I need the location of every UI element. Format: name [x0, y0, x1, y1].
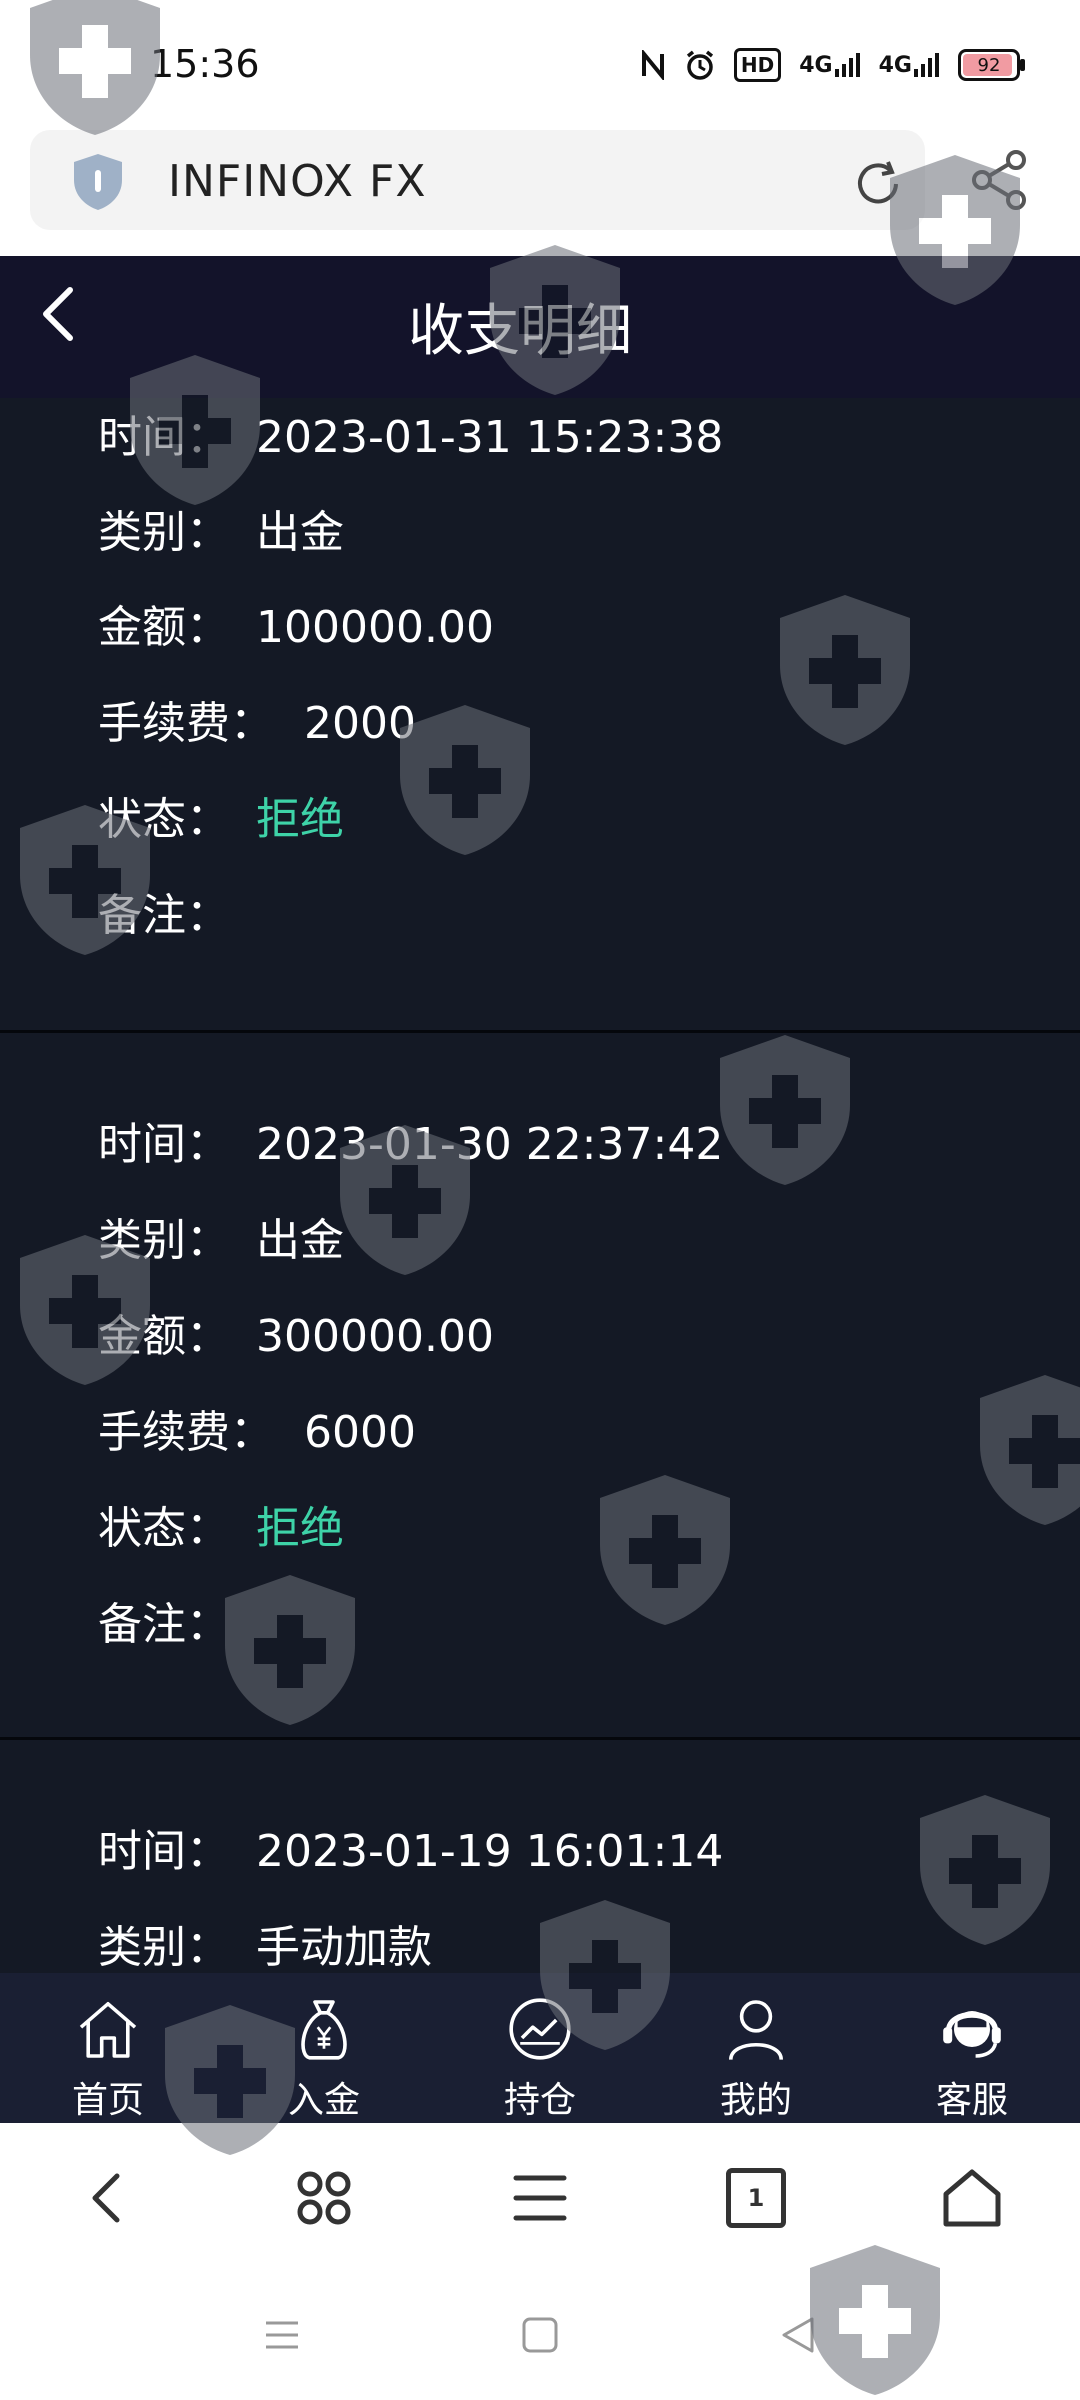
record-item: 时间： 2023-01-31 15:23:38 类别： 出金 金额： 10000…: [0, 398, 1080, 1033]
tab-label: 持仓: [503, 2080, 576, 2121]
apps-icon: [297, 2171, 351, 2225]
back-icon: [92, 2173, 120, 2223]
tab-deposit[interactable]: 入金: [216, 1973, 432, 2123]
record-amount-row: 金额： 300000.00: [98, 1307, 494, 1367]
label-time: 时间：: [98, 412, 230, 463]
record-type-row: 类别： 出金: [98, 503, 344, 563]
refresh-icon[interactable]: [852, 158, 904, 214]
recent-apps-button[interactable]: [262, 2315, 302, 2359]
label-status: 状态：: [98, 794, 230, 845]
alarm-icon: [684, 49, 716, 81]
recent-apps-icon: [266, 2321, 298, 2349]
label-type: 类别：: [98, 1215, 230, 1266]
tab-label: 入金: [287, 2080, 360, 2121]
system-back-button[interactable]: [778, 2315, 818, 2359]
triangle-back-icon: [782, 2317, 814, 2353]
4g-signal-icon: 4G: [799, 51, 860, 79]
address-bar[interactable]: INFINOX FX: [30, 130, 925, 230]
label-note: 备注：: [98, 1599, 230, 1650]
record-fee: 2000: [304, 698, 416, 749]
4g-signal-icon: 4G: [879, 51, 940, 79]
record-type: 出金: [256, 507, 344, 558]
record-amount-row: 金额： 100000.00: [98, 598, 494, 658]
tab-label: 我的: [719, 2080, 792, 2121]
security-shield-icon[interactable]: [70, 152, 126, 216]
record-time-row: 时间： 2023-01-19 16:01:14: [98, 1822, 723, 1882]
home-icon: [79, 2002, 137, 2058]
browser-home-button[interactable]: [864, 2123, 1080, 2273]
share-icon[interactable]: [970, 150, 1030, 214]
record-status-row: 状态： 拒绝: [98, 790, 344, 850]
app-header: 收支明细: [0, 256, 1080, 398]
record-time-row: 时间： 2023-01-31 15:23:38: [98, 408, 723, 468]
url-text[interactable]: INFINOX FX: [168, 156, 427, 207]
battery-icon: 92: [958, 49, 1025, 81]
label-amount: 金额：: [98, 602, 230, 653]
battery-text: 92: [977, 54, 1001, 76]
tab-label: 客服: [935, 2080, 1008, 2121]
record-time: 2023-01-30 22:37:42: [256, 1119, 724, 1170]
tab-positions[interactable]: 持仓: [432, 1973, 648, 2123]
record-time-row: 时间： 2023-01-30 22:37:42: [98, 1115, 723, 1175]
square-icon: [522, 2317, 558, 2353]
status-bar: 15:36 HD 4G 4G 92: [0, 0, 1080, 130]
label-fee: 手续费：: [98, 1407, 274, 1458]
tab-home[interactable]: 首页: [0, 1973, 216, 2123]
hd-icon: HD: [733, 48, 782, 82]
home-icon: [943, 2169, 1001, 2227]
nfc-icon: [640, 50, 666, 80]
record-type-row: 类别： 出金: [98, 1211, 344, 1271]
record-item: 时间： 2023-01-30 22:37:42 类别： 出金 金额： 30000…: [0, 1033, 1080, 1740]
page-title: 收支明细: [408, 299, 632, 364]
tab-mine[interactable]: 我的: [648, 1973, 864, 2123]
system-nav: [0, 2273, 1080, 2400]
browser-back-button[interactable]: [0, 2123, 216, 2273]
system-home-button[interactable]: [520, 2315, 560, 2359]
record-time: 2023-01-19 16:01:14: [256, 1826, 724, 1877]
browser-tabs-button[interactable]: 1: [648, 2123, 864, 2273]
label-time: 时间：: [98, 1119, 230, 1170]
browser-apps-button[interactable]: [216, 2123, 432, 2273]
record-fee: 6000: [304, 1407, 416, 1458]
4g-label: 4G: [799, 52, 833, 78]
record-type: 出金: [256, 1215, 344, 1266]
record-status: 拒绝: [256, 1503, 344, 1554]
4g-label: 4G: [878, 52, 912, 78]
status-icons: HD 4G 4G 92: [640, 48, 1025, 82]
chart-icon: [509, 1998, 571, 2060]
record-status-row: 状态： 拒绝: [98, 1499, 344, 1559]
browser-menu-button[interactable]: [432, 2123, 648, 2273]
record-type: 手动加款: [256, 1922, 432, 1973]
record-type-row: 类别： 手动加款: [98, 1918, 432, 1973]
record-time: 2023-01-31 15:23:38: [256, 412, 724, 463]
app-tab-bar: 首页 入金 持仓 我的 客服: [0, 1973, 1080, 2123]
label-amount: 金额：: [98, 1311, 230, 1362]
customer-service-icon: [943, 2011, 1001, 2058]
record-item: 时间： 2023-01-19 16:01:14 类别： 手动加款: [0, 1740, 1080, 1973]
tab-count: 1: [726, 2168, 786, 2228]
record-fee-row: 手续费： 6000: [98, 1403, 416, 1463]
record-note-row: 备注：: [98, 1595, 230, 1655]
record-status: 拒绝: [256, 794, 344, 845]
record-amount: 100000.00: [256, 602, 494, 653]
label-type: 类别：: [98, 1922, 230, 1973]
status-time: 15:36: [150, 42, 260, 86]
label-fee: 手续费：: [98, 698, 274, 749]
record-amount: 300000.00: [256, 1311, 494, 1362]
tab-label: 首页: [71, 2080, 144, 2121]
record-note-row: 备注：: [98, 886, 230, 946]
money-bag-icon: [301, 2000, 347, 2060]
label-note: 备注：: [98, 890, 230, 941]
label-type: 类别：: [98, 507, 230, 558]
label-status: 状态：: [98, 1503, 230, 1554]
browser-nav: 1: [0, 2123, 1080, 2273]
label-time: 时间：: [98, 1826, 230, 1877]
record-fee-row: 手续费： 2000: [98, 694, 416, 754]
user-icon: [729, 2000, 783, 2061]
tab-customer-service[interactable]: 客服: [864, 1973, 1080, 2123]
menu-icon: [513, 2175, 567, 2221]
records-list[interactable]: 时间： 2023-01-31 15:23:38 类别： 出金 金额： 10000…: [0, 398, 1080, 1973]
